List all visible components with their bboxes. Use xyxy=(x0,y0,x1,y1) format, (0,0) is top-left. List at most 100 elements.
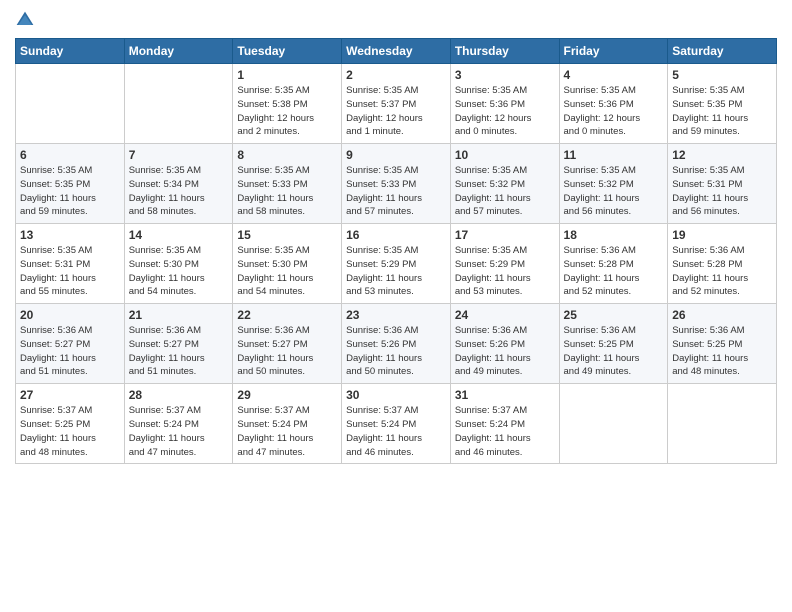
day-number: 3 xyxy=(455,68,555,82)
week-row-5: 27 Sunrise: 5:37 AM Sunset: 5:25 PM Dayli… xyxy=(16,384,777,464)
day-number: 7 xyxy=(129,148,229,162)
logo xyxy=(15,10,38,30)
day-cell: 23Sunrise: 5:36 AM Sunset: 5:26 PM Dayli… xyxy=(342,304,451,384)
day-info: Sunrise: 5:35 AM Sunset: 5:36 PM Dayligh… xyxy=(455,84,555,139)
header-cell-saturday: Saturday xyxy=(668,39,777,64)
day-number: 2 xyxy=(346,68,446,82)
day-number: 10 xyxy=(455,148,555,162)
day-info: Sunrise: 5:35 AM Sunset: 5:33 PM Dayligh… xyxy=(346,164,446,219)
day-info: Sunrise: 5:35 AM Sunset: 5:30 PM Dayligh… xyxy=(237,244,337,299)
day-info: Sunrise: 5:37 AM Sunset: 5:24 PM Dayligh… xyxy=(455,404,555,459)
day-cell xyxy=(559,384,668,464)
day-info: Sunrise: 5:36 AM Sunset: 5:27 PM Dayligh… xyxy=(129,324,229,379)
day-cell: 17 Sunrise: 5:35 AM Sunset: 5:29 PM Dayli… xyxy=(450,224,559,304)
day-number: 14 xyxy=(129,228,229,242)
week-row-1: 1Sunrise: 5:35 AM Sunset: 5:38 PM Daylig… xyxy=(16,64,777,144)
day-info: Sunrise: 5:35 AM Sunset: 5:38 PM Dayligh… xyxy=(237,84,337,139)
day-number: 24 xyxy=(455,308,555,322)
day-cell: 4 Sunrise: 5:35 AM Sunset: 5:36 PM Daylig… xyxy=(559,64,668,144)
day-info: Sunrise: 5:36 AM Sunset: 5:25 PM Dayligh… xyxy=(672,324,772,379)
day-cell: 3 Sunrise: 5:35 AM Sunset: 5:36 PM Daylig… xyxy=(450,64,559,144)
day-info: Sunrise: 5:35 AM Sunset: 5:32 PM Dayligh… xyxy=(455,164,555,219)
day-number: 12 xyxy=(672,148,772,162)
day-info: Sunrise: 5:36 AM Sunset: 5:27 PM Dayligh… xyxy=(237,324,337,379)
day-cell: 25 Sunrise: 5:36 AM Sunset: 5:25 PM Dayli… xyxy=(559,304,668,384)
day-number: 15 xyxy=(237,228,337,242)
header-cell-wednesday: Wednesday xyxy=(342,39,451,64)
day-number: 6 xyxy=(20,148,120,162)
day-info: Sunrise: 5:37 AM Sunset: 5:24 PM Dayligh… xyxy=(237,404,337,459)
day-cell: 7 Sunrise: 5:35 AM Sunset: 5:34 PM Daylig… xyxy=(124,144,233,224)
day-info: Sunrise: 5:36 AM Sunset: 5:25 PM Dayligh… xyxy=(564,324,664,379)
header-row: SundayMondayTuesdayWednesdayThursdayFrid… xyxy=(16,39,777,64)
day-number: 17 xyxy=(455,228,555,242)
day-number: 21 xyxy=(129,308,229,322)
day-cell: 14Sunrise: 5:35 AM Sunset: 5:30 PM Dayli… xyxy=(124,224,233,304)
day-cell: 2 Sunrise: 5:35 AM Sunset: 5:37 PM Daylig… xyxy=(342,64,451,144)
day-info: Sunrise: 5:35 AM Sunset: 5:32 PM Dayligh… xyxy=(564,164,664,219)
calendar-table: SundayMondayTuesdayWednesdayThursdayFrid… xyxy=(15,38,777,464)
day-info: Sunrise: 5:35 AM Sunset: 5:35 PM Dayligh… xyxy=(20,164,120,219)
day-info: Sunrise: 5:35 AM Sunset: 5:36 PM Dayligh… xyxy=(564,84,664,139)
week-row-2: 6 Sunrise: 5:35 AM Sunset: 5:35 PM Daylig… xyxy=(16,144,777,224)
header xyxy=(15,10,777,30)
day-info: Sunrise: 5:35 AM Sunset: 5:31 PM Dayligh… xyxy=(20,244,120,299)
day-info: Sunrise: 5:37 AM Sunset: 5:25 PM Dayligh… xyxy=(20,404,120,459)
day-cell: 6 Sunrise: 5:35 AM Sunset: 5:35 PM Daylig… xyxy=(16,144,125,224)
day-cell: 30 Sunrise: 5:37 AM Sunset: 5:24 PM Dayli… xyxy=(342,384,451,464)
day-info: Sunrise: 5:36 AM Sunset: 5:27 PM Dayligh… xyxy=(20,324,120,379)
day-number: 27 xyxy=(20,388,120,402)
day-cell: 11Sunrise: 5:35 AM Sunset: 5:32 PM Dayli… xyxy=(559,144,668,224)
day-number: 13 xyxy=(20,228,120,242)
day-cell: 27 Sunrise: 5:37 AM Sunset: 5:25 PM Dayli… xyxy=(16,384,125,464)
day-number: 16 xyxy=(346,228,446,242)
day-cell: 24 Sunrise: 5:36 AM Sunset: 5:26 PM Dayli… xyxy=(450,304,559,384)
day-number: 31 xyxy=(455,388,555,402)
day-info: Sunrise: 5:36 AM Sunset: 5:28 PM Dayligh… xyxy=(672,244,772,299)
day-number: 18 xyxy=(564,228,664,242)
day-cell: 9Sunrise: 5:35 AM Sunset: 5:33 PM Daylig… xyxy=(342,144,451,224)
day-info: Sunrise: 5:35 AM Sunset: 5:31 PM Dayligh… xyxy=(672,164,772,219)
day-cell: 8 Sunrise: 5:35 AM Sunset: 5:33 PM Daylig… xyxy=(233,144,342,224)
calendar-body: 1Sunrise: 5:35 AM Sunset: 5:38 PM Daylig… xyxy=(16,64,777,464)
day-cell: 20 Sunrise: 5:36 AM Sunset: 5:27 PM Dayli… xyxy=(16,304,125,384)
day-info: Sunrise: 5:36 AM Sunset: 5:26 PM Dayligh… xyxy=(455,324,555,379)
day-cell: 15 Sunrise: 5:35 AM Sunset: 5:30 PM Dayli… xyxy=(233,224,342,304)
day-cell: 21 Sunrise: 5:36 AM Sunset: 5:27 PM Dayli… xyxy=(124,304,233,384)
day-cell xyxy=(668,384,777,464)
day-number: 30 xyxy=(346,388,446,402)
day-number: 25 xyxy=(564,308,664,322)
day-cell: 13 Sunrise: 5:35 AM Sunset: 5:31 PM Dayli… xyxy=(16,224,125,304)
day-cell: 16 Sunrise: 5:35 AM Sunset: 5:29 PM Dayli… xyxy=(342,224,451,304)
day-info: Sunrise: 5:35 AM Sunset: 5:37 PM Dayligh… xyxy=(346,84,446,139)
day-cell xyxy=(124,64,233,144)
day-cell: 28 Sunrise: 5:37 AM Sunset: 5:24 PM Dayli… xyxy=(124,384,233,464)
day-number: 5 xyxy=(672,68,772,82)
day-number: 23 xyxy=(346,308,446,322)
day-number: 8 xyxy=(237,148,337,162)
day-number: 28 xyxy=(129,388,229,402)
day-info: Sunrise: 5:35 AM Sunset: 5:29 PM Dayligh… xyxy=(455,244,555,299)
day-info: Sunrise: 5:35 AM Sunset: 5:33 PM Dayligh… xyxy=(237,164,337,219)
day-info: Sunrise: 5:35 AM Sunset: 5:35 PM Dayligh… xyxy=(672,84,772,139)
day-number: 22 xyxy=(237,308,337,322)
day-cell: 29Sunrise: 5:37 AM Sunset: 5:24 PM Dayli… xyxy=(233,384,342,464)
day-info: Sunrise: 5:37 AM Sunset: 5:24 PM Dayligh… xyxy=(129,404,229,459)
day-cell: 18Sunrise: 5:36 AM Sunset: 5:28 PM Dayli… xyxy=(559,224,668,304)
day-info: Sunrise: 5:37 AM Sunset: 5:24 PM Dayligh… xyxy=(346,404,446,459)
day-cell: 19 Sunrise: 5:36 AM Sunset: 5:28 PM Dayli… xyxy=(668,224,777,304)
day-cell: 12 Sunrise: 5:35 AM Sunset: 5:31 PM Dayli… xyxy=(668,144,777,224)
day-cell: 31 Sunrise: 5:37 AM Sunset: 5:24 PM Dayli… xyxy=(450,384,559,464)
day-number: 20 xyxy=(20,308,120,322)
header-cell-thursday: Thursday xyxy=(450,39,559,64)
header-cell-tuesday: Tuesday xyxy=(233,39,342,64)
day-number: 19 xyxy=(672,228,772,242)
day-info: Sunrise: 5:35 AM Sunset: 5:29 PM Dayligh… xyxy=(346,244,446,299)
logo-icon xyxy=(15,10,35,30)
day-number: 4 xyxy=(564,68,664,82)
day-cell: 10 Sunrise: 5:35 AM Sunset: 5:32 PM Dayli… xyxy=(450,144,559,224)
day-cell xyxy=(16,64,125,144)
week-row-4: 20 Sunrise: 5:36 AM Sunset: 5:27 PM Dayli… xyxy=(16,304,777,384)
main-container: SundayMondayTuesdayWednesdayThursdayFrid… xyxy=(0,0,792,469)
day-info: Sunrise: 5:35 AM Sunset: 5:34 PM Dayligh… xyxy=(129,164,229,219)
